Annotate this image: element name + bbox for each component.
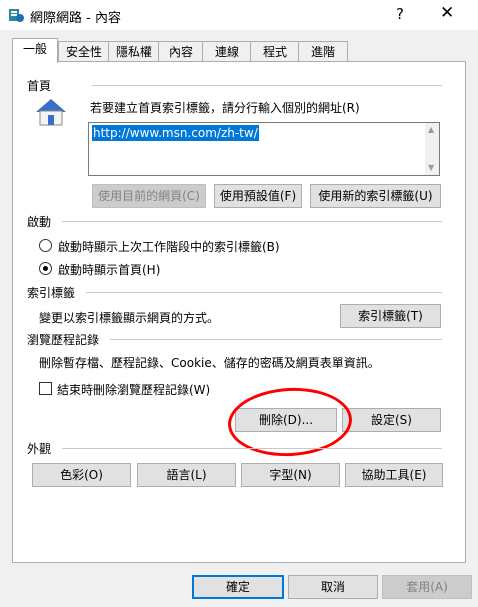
history-settings-button[interactable]: 設定(S) (342, 408, 441, 432)
tab-advanced[interactable]: 進階 (298, 41, 348, 62)
accessibility-button[interactable]: 協助工具(E) (345, 463, 443, 487)
startup-last-session-radio[interactable] (39, 239, 52, 252)
home-page-header: 首頁 (27, 79, 52, 93)
use-current-button[interactable]: 使用目前的網頁(C) (92, 184, 206, 208)
history-header: 瀏覽歷程記錄 (27, 333, 100, 347)
home-page-url: http://www.msn.com/zh-tw/ (92, 125, 259, 141)
history-description: 刪除暫存檔、歷程記錄、Cookie、儲存的密碼及網頁表單資訊。 (39, 356, 380, 370)
ok-button[interactable]: 確定 (192, 575, 284, 599)
tab-connections[interactable]: 連線 (202, 41, 252, 62)
divider (62, 448, 442, 449)
languages-button[interactable]: 語言(L) (137, 463, 236, 487)
vertical-scrollbar[interactable]: ▲ ▼ (425, 123, 439, 175)
use-new-tab-button[interactable]: 使用新的索引標籤(U) (310, 184, 441, 208)
tab-content[interactable]: 內容 (158, 41, 204, 62)
delete-on-exit-label[interactable]: 結束時刪除瀏覽歷程記錄(W) (57, 381, 210, 398)
tabs-settings-button[interactable]: 索引標籤(T) (340, 304, 441, 328)
divider (110, 339, 442, 340)
appearance-header: 外觀 (27, 442, 52, 456)
internet-options-icon (9, 9, 24, 22)
startup-last-session-label[interactable]: 啟動時顯示上次工作階段中的索引標籤(B) (58, 238, 280, 255)
home-icon (36, 99, 66, 126)
apply-button[interactable]: 套用(A) (382, 575, 472, 599)
colors-button[interactable]: 色彩(O) (32, 463, 131, 487)
tab-general[interactable]: 一般 (12, 38, 58, 63)
home-page-url-textarea[interactable]: http://www.msn.com/zh-tw/ ▲ ▼ (88, 122, 440, 176)
tabs-section-header: 索引標籤 (27, 286, 76, 300)
tab-security[interactable]: 安全性 (58, 41, 110, 62)
divider (92, 85, 442, 86)
startup-header: 啟動 (27, 215, 52, 229)
delete-on-exit-checkbox[interactable] (39, 382, 52, 395)
divider (62, 221, 442, 222)
tabs-section-description: 變更以索引標籤顯示網頁的方式。 (39, 311, 220, 325)
startup-home-page-radio[interactable] (39, 262, 52, 275)
use-default-button[interactable]: 使用預設值(F) (214, 184, 302, 208)
tab-programs[interactable]: 程式 (250, 41, 300, 62)
close-icon[interactable]: ✕ (440, 3, 454, 23)
tab-privacy[interactable]: 隱私權 (108, 41, 160, 62)
home-page-instruction: 若要建立首頁索引標籤，請分行輸入個別的網址(R) (90, 101, 360, 115)
cancel-button[interactable]: 取消 (288, 575, 378, 599)
fonts-button[interactable]: 字型(N) (241, 463, 340, 487)
scroll-down-icon[interactable]: ▼ (428, 163, 434, 172)
title-bar: 網際網路 - 內容 ? ✕ (0, 0, 478, 30)
window-title: 網際網路 - 內容 (30, 11, 121, 26)
scroll-up-icon[interactable]: ▲ (428, 125, 434, 134)
startup-home-page-label[interactable]: 啟動時顯示首頁(H) (58, 261, 160, 278)
help-icon[interactable]: ? (396, 5, 404, 23)
divider (86, 292, 442, 293)
